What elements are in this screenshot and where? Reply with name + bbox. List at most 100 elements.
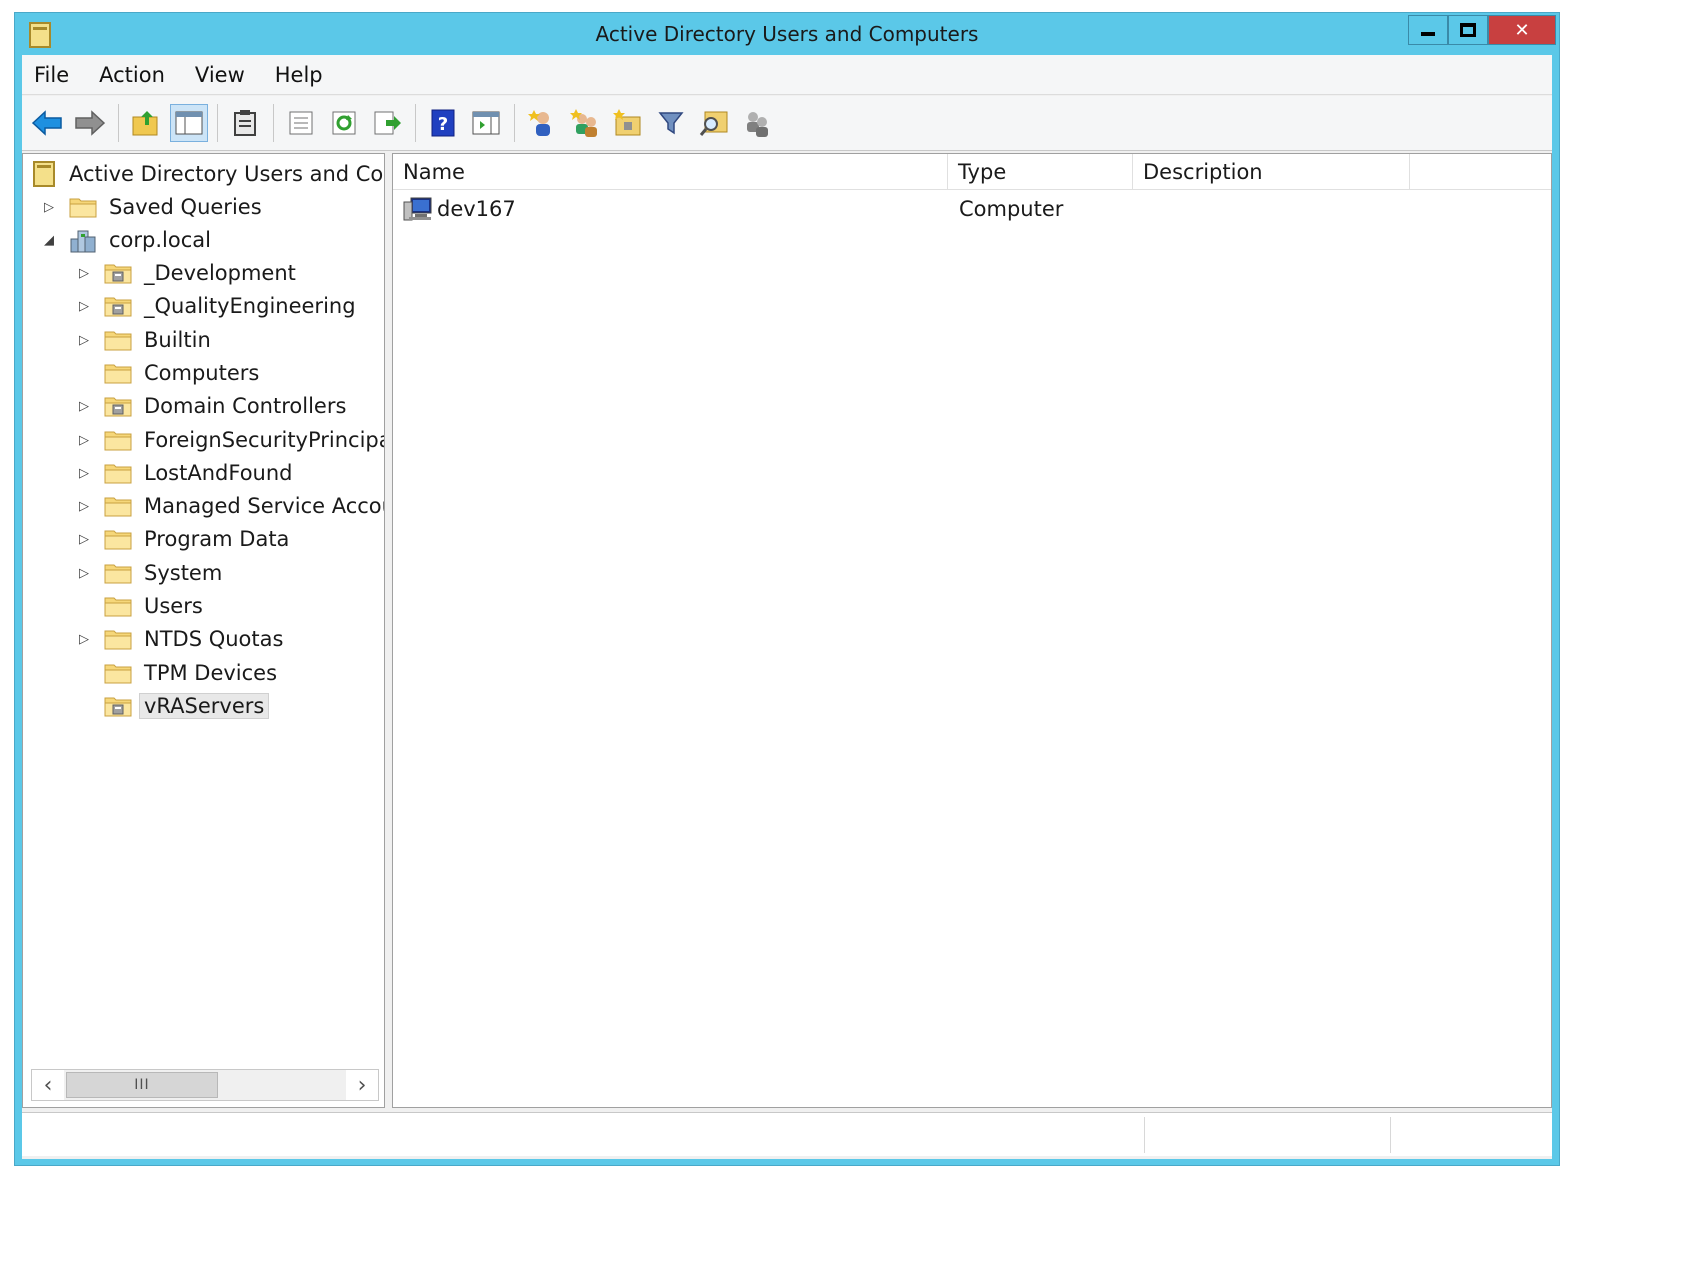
tree-item[interactable]: vRAServers bbox=[76, 690, 270, 722]
snapin-icon bbox=[33, 161, 55, 187]
tree-item-label: Program Data bbox=[144, 527, 290, 551]
tree-item-label: System bbox=[144, 561, 223, 585]
tree-item-label: vRAServers bbox=[139, 693, 270, 719]
tree-item[interactable]: ▷ System bbox=[76, 557, 222, 589]
scroll-right-icon[interactable]: › bbox=[346, 1070, 378, 1100]
tree-item-label: Users bbox=[144, 594, 203, 618]
expand-arrow-icon[interactable]: ▷ bbox=[76, 557, 92, 589]
tree-root-label: Active Directory Users and Com bbox=[69, 162, 385, 186]
column-header-description[interactable]: Description bbox=[1133, 154, 1410, 190]
expand-arrow-icon[interactable]: ▷ bbox=[76, 390, 92, 422]
add-to-group-button[interactable] bbox=[738, 104, 776, 142]
table-row[interactable]: dev167 Computer bbox=[393, 192, 1551, 226]
expand-arrow-icon[interactable]: ▷ bbox=[76, 457, 92, 489]
tree-item-label: Builtin bbox=[144, 328, 211, 352]
list-header: Name Type Description bbox=[393, 154, 1551, 190]
expand-arrow-icon[interactable]: ▷ bbox=[76, 490, 92, 522]
folder-icon bbox=[104, 329, 132, 351]
menu-bar: File Action View Help bbox=[22, 55, 1552, 95]
tree-item[interactable]: TPM Devices bbox=[76, 657, 277, 689]
cell-type: Computer bbox=[959, 197, 1064, 221]
title-bar[interactable]: Active Directory Users and Computers ✕ bbox=[15, 13, 1559, 55]
expand-arrow-icon[interactable]: ▷ bbox=[76, 324, 92, 356]
close-button[interactable]: ✕ bbox=[1488, 15, 1556, 45]
show-hide-tree-button[interactable] bbox=[170, 104, 208, 142]
maximize-icon bbox=[1460, 23, 1476, 37]
expand-arrow-icon[interactable]: ▷ bbox=[76, 623, 92, 655]
expand-arrow-icon[interactable]: ▷ bbox=[76, 424, 92, 456]
tree-root[interactable]: Active Directory Users and Com bbox=[33, 158, 385, 190]
new-user-button[interactable] bbox=[523, 104, 561, 142]
tree-item[interactable]: ▷ LostAndFound bbox=[76, 457, 293, 489]
properties-icon bbox=[289, 111, 313, 135]
refresh-icon bbox=[332, 111, 356, 135]
tree-item[interactable]: Users bbox=[76, 590, 203, 622]
tree-label-domain: corp.local bbox=[109, 228, 211, 252]
forward-button[interactable] bbox=[71, 104, 109, 142]
folder-icon bbox=[104, 429, 132, 451]
expand-arrow-icon[interactable]: ▷ bbox=[41, 191, 57, 223]
tree-item-domain[interactable]: ◢ corp.local bbox=[41, 224, 211, 256]
toolbar-separator bbox=[514, 104, 515, 142]
computer-icon bbox=[403, 192, 433, 226]
column-header-type[interactable]: Type bbox=[948, 154, 1133, 190]
tree-label-saved-queries: Saved Queries bbox=[109, 195, 262, 219]
tree-item[interactable]: Computers bbox=[76, 357, 259, 389]
expand-arrow-icon[interactable]: ▷ bbox=[76, 257, 92, 289]
tree-item[interactable]: ▷ _QualityEngineering bbox=[76, 290, 356, 322]
column-header-name[interactable]: Name bbox=[393, 154, 948, 190]
filter-icon bbox=[658, 112, 684, 135]
ou-folder-icon bbox=[104, 295, 132, 317]
up-level-button[interactable] bbox=[127, 104, 165, 142]
tree-item[interactable]: ▷ NTDS Quotas bbox=[76, 623, 283, 655]
menu-action[interactable]: Action bbox=[86, 63, 178, 87]
tree-item-label: _QualityEngineering bbox=[144, 294, 356, 318]
app-window: Active Directory Users and Computers ✕ F… bbox=[14, 12, 1560, 1166]
toolbar: ? bbox=[22, 96, 1552, 151]
folder-icon bbox=[104, 628, 132, 650]
back-button[interactable] bbox=[28, 104, 66, 142]
tree-item[interactable]: ▷ Managed Service Accour bbox=[76, 490, 385, 522]
tree-item-label: _Development bbox=[144, 261, 296, 285]
menu-file[interactable]: File bbox=[22, 63, 82, 87]
show-hide-action-pane-button[interactable] bbox=[467, 104, 505, 142]
tree-item-label: TPM Devices bbox=[144, 661, 278, 685]
tree-item[interactable]: ▷ _Development bbox=[76, 257, 296, 289]
tree-item[interactable]: ▷ ForeignSecurityPrincipals bbox=[76, 424, 384, 456]
export-list-button[interactable] bbox=[368, 104, 406, 142]
tree-item-label: Managed Service Accour bbox=[144, 494, 385, 518]
scroll-left-icon[interactable]: ‹ bbox=[32, 1070, 64, 1100]
export-list-icon bbox=[374, 111, 401, 135]
maximize-button[interactable] bbox=[1448, 15, 1488, 45]
status-segment bbox=[1390, 1117, 1550, 1153]
scrollbar-thumb[interactable]: III bbox=[66, 1072, 218, 1098]
tree-item[interactable]: ▷ Program Data bbox=[76, 523, 289, 555]
forward-arrow-icon bbox=[75, 110, 106, 136]
new-group-button[interactable] bbox=[566, 104, 604, 142]
minimize-icon bbox=[1421, 32, 1435, 36]
new-ou-button[interactable] bbox=[609, 104, 647, 142]
clipboard-button[interactable] bbox=[226, 104, 264, 142]
new-ou-icon bbox=[613, 109, 641, 136]
tree-item[interactable]: ▷ Domain Controllers bbox=[76, 390, 346, 422]
help-button[interactable]: ? bbox=[424, 104, 462, 142]
minimize-button[interactable] bbox=[1408, 15, 1448, 45]
refresh-button[interactable] bbox=[325, 104, 363, 142]
properties-button[interactable] bbox=[282, 104, 320, 142]
folder-icon bbox=[104, 462, 132, 484]
tree-item-saved-queries[interactable]: ▷ Saved Queries bbox=[41, 191, 262, 223]
expand-arrow-icon[interactable]: ▷ bbox=[76, 523, 92, 555]
status-segment bbox=[1144, 1117, 1390, 1153]
find-button[interactable] bbox=[695, 104, 733, 142]
new-user-icon bbox=[528, 110, 550, 136]
expand-arrow-icon[interactable]: ▷ bbox=[76, 290, 92, 322]
menu-help[interactable]: Help bbox=[262, 63, 336, 87]
tree-item[interactable]: ▷ Builtin bbox=[76, 324, 211, 356]
ou-folder-icon bbox=[104, 395, 132, 417]
menu-view[interactable]: View bbox=[182, 63, 258, 87]
filter-button[interactable] bbox=[652, 104, 690, 142]
collapse-arrow-icon[interactable]: ◢ bbox=[41, 224, 57, 256]
horizontal-scrollbar[interactable]: ‹ III › bbox=[31, 1069, 379, 1101]
tree-item-label: NTDS Quotas bbox=[144, 627, 284, 651]
